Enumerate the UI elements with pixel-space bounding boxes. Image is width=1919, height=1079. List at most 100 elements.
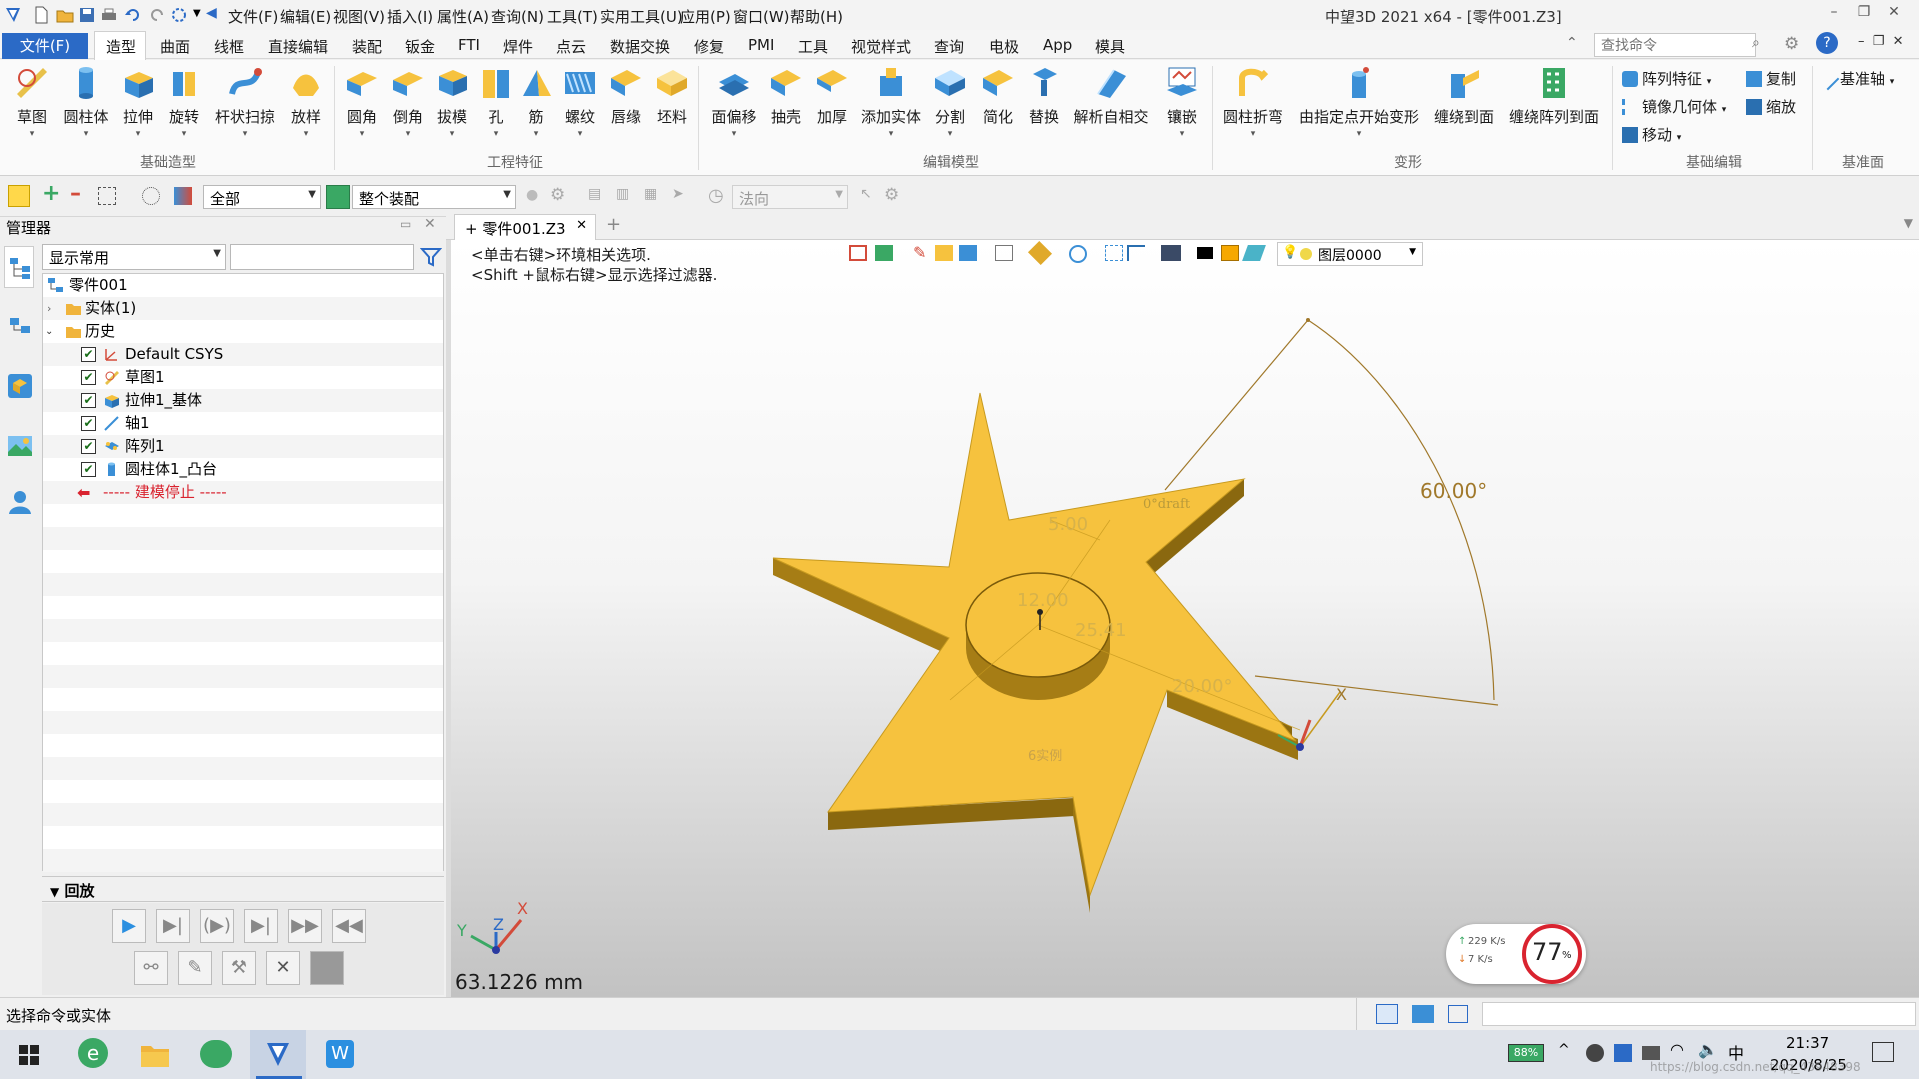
tab-list-icon[interactable]: ▼	[1904, 216, 1913, 230]
tab-assembly[interactable]: 装配	[352, 34, 382, 59]
snap-settings-icon[interactable]: ⚙	[550, 185, 565, 205]
tab-pmi[interactable]: PMI	[748, 34, 774, 56]
add-selection-icon[interactable]: +	[42, 181, 60, 206]
inlay-button[interactable]: 镶嵌 ▾	[1160, 64, 1204, 139]
stop-button[interactable]	[310, 951, 344, 985]
3d-viewport[interactable]: <单击右键>环境相关选项. <Shift +鼠标右键>显示选择过滤器. ✎ 💡 …	[451, 240, 1919, 997]
browser-icon[interactable]: e	[78, 1038, 108, 1068]
tab-visual-style[interactable]: 视觉样式	[851, 34, 911, 59]
scale-button[interactable]: 缩放	[1746, 96, 1796, 117]
minimize-icon[interactable]: –	[1822, 4, 1846, 24]
mdi-window-controls[interactable]: – ❐ ✕	[1858, 34, 1904, 49]
filter-icon[interactable]	[174, 187, 192, 205]
notification-icon[interactable]	[1872, 1042, 1894, 1062]
menu-utilities[interactable]: 实用工具(U)	[600, 6, 683, 27]
collapse-chevron-icon[interactable]: ⌄	[45, 320, 53, 343]
visibility-checkbox[interactable]: ✔	[81, 416, 96, 431]
wps-app-icon[interactable]: W	[326, 1040, 354, 1068]
draft-button[interactable]: 拔模 ▾	[430, 64, 474, 139]
windows-start-icon[interactable]	[18, 1044, 40, 1066]
tree-row-history[interactable]: ⌄ 历史	[43, 320, 443, 343]
close-panel-icon[interactable]: ✕	[424, 216, 436, 232]
collapse-arrow-icon[interactable]: ◀	[206, 5, 217, 21]
pin-panel-icon[interactable]: ▭	[400, 217, 411, 231]
link-button[interactable]: ⚯	[134, 951, 168, 985]
step-next-button[interactable]: ▶|	[156, 909, 190, 943]
clock-time[interactable]: 21:37	[1786, 1034, 1829, 1052]
tab-mold[interactable]: 模具	[1095, 34, 1125, 59]
new-file-icon[interactable]	[32, 6, 50, 24]
tab-direct-edit[interactable]: 直接编辑	[268, 34, 328, 59]
simplify-button[interactable]: 简化	[976, 64, 1020, 127]
self-intersect-button[interactable]: 解析自相交	[1072, 64, 1150, 127]
pick-gear-icon[interactable]: ⚙	[884, 185, 899, 205]
align-icon-2[interactable]: ▥	[616, 186, 629, 202]
datum-axis-button[interactable]: 基准轴 ▾	[1816, 67, 1894, 91]
tree-row-axis[interactable]: ✔ 轴1	[43, 412, 443, 435]
tree-row-extrude[interactable]: ✔ 拉伸1_基体	[43, 389, 443, 412]
pattern-feature-button[interactable]: 阵列特征 ▾	[1622, 68, 1711, 89]
add-solid-button[interactable]: 添加实体 ▾	[856, 64, 926, 139]
rewind-button[interactable]: ◀◀	[332, 909, 366, 943]
rib-button[interactable]: 筋 ▾	[516, 64, 556, 139]
copy-button[interactable]: 复制	[1746, 68, 1796, 89]
settings-gear-icon[interactable]: ⚙	[1784, 34, 1799, 54]
tree-row-pattern[interactable]: ✔ 阵列1	[43, 435, 443, 458]
pick-option-icon[interactable]: ●	[526, 187, 538, 203]
wrap-to-face-button[interactable]: 缠绕到面	[1432, 64, 1496, 127]
mirror-geometry-button[interactable]: 镜像几何体 ▾	[1622, 96, 1726, 117]
menu-edit[interactable]: 编辑(E)	[280, 6, 331, 27]
assembly-scope-dropdown[interactable]: 整个装配 ▼	[352, 185, 516, 209]
tab-electrode[interactable]: 电极	[989, 34, 1019, 59]
menu-help[interactable]: 帮助(H)	[790, 6, 843, 27]
chamfer-button[interactable]: 倒角 ▾	[386, 64, 430, 139]
sketch-button[interactable]: 草图 ▾	[6, 64, 58, 139]
tab-surface[interactable]: 曲面	[160, 34, 190, 59]
replay-header[interactable]: ▼ 回放	[42, 876, 444, 902]
play-button[interactable]: ▶	[112, 909, 146, 943]
thread-button[interactable]: 螺纹 ▾	[558, 64, 602, 139]
blank-button[interactable]: 坯料	[650, 64, 694, 127]
tray-keyboard-icon[interactable]	[1642, 1046, 1660, 1060]
view-tab-icon[interactable]	[6, 432, 34, 460]
tree-row-csys[interactable]: ✔ Default CSYS	[43, 343, 443, 366]
part-tab-icon[interactable]	[6, 372, 34, 400]
help-icon[interactable]: ?	[1816, 32, 1838, 54]
fillet-button[interactable]: 圆角 ▾	[340, 64, 384, 139]
undo-icon[interactable]	[124, 6, 142, 24]
split-button[interactable]: 分割 ▾	[928, 64, 972, 139]
tools-button[interactable]: ⚒	[222, 951, 256, 985]
delete-button[interactable]: ✕	[266, 951, 300, 985]
tree-row-cylinder[interactable]: ✔ 圆柱体1_凸台	[43, 458, 443, 481]
lip-button[interactable]: 唇缘	[604, 64, 648, 127]
edit-pencil-button[interactable]: ✎	[178, 951, 212, 985]
new-tab-icon[interactable]: +	[606, 214, 621, 235]
restore-icon[interactable]: ❐	[1852, 4, 1876, 24]
document-tab[interactable]: + 零件001.Z3 ✕	[454, 214, 596, 240]
file-explorer-icon[interactable]	[140, 1040, 170, 1068]
tree-row-root[interactable]: 零件001	[43, 274, 443, 297]
menu-tools[interactable]: 工具(T)	[547, 6, 598, 27]
pick-arrow-icon[interactable]: ↖	[860, 186, 872, 202]
menu-view[interactable]: 视图(V)	[333, 6, 385, 27]
print-icon[interactable]	[100, 6, 118, 24]
command-search-input[interactable]	[1594, 33, 1756, 57]
menu-apps[interactable]: 应用(P)	[680, 6, 731, 27]
cylinder-button[interactable]: 圆柱体 ▾	[60, 64, 112, 139]
tab-weldment[interactable]: 焊件	[503, 34, 533, 59]
cursor-icon[interactable]: ➤	[672, 186, 684, 202]
qa-more-icon[interactable]: ▼	[193, 8, 201, 19]
extrude-button[interactable]: 拉伸 ▾	[116, 64, 160, 139]
replay-step-button[interactable]: (▶)	[200, 909, 234, 943]
battery-indicator[interactable]: 88%	[1508, 1044, 1544, 1062]
tab-fti[interactable]: FTI	[458, 34, 480, 56]
tab-wireframe[interactable]: 线框	[214, 34, 244, 59]
visibility-checkbox[interactable]: ✔	[81, 393, 96, 408]
status-list-icon[interactable]	[1448, 1005, 1468, 1023]
wifi-icon[interactable]: ◠	[1670, 1040, 1684, 1059]
tab-sheet-metal[interactable]: 钣金	[405, 34, 435, 59]
tab-point-cloud[interactable]: 点云	[556, 34, 586, 59]
point-deform-button[interactable]: 由指定点开始变形 ▾	[1296, 64, 1422, 139]
save-icon[interactable]	[78, 6, 96, 24]
wrap-pattern-button[interactable]: 缠绕阵列到面	[1506, 64, 1602, 127]
